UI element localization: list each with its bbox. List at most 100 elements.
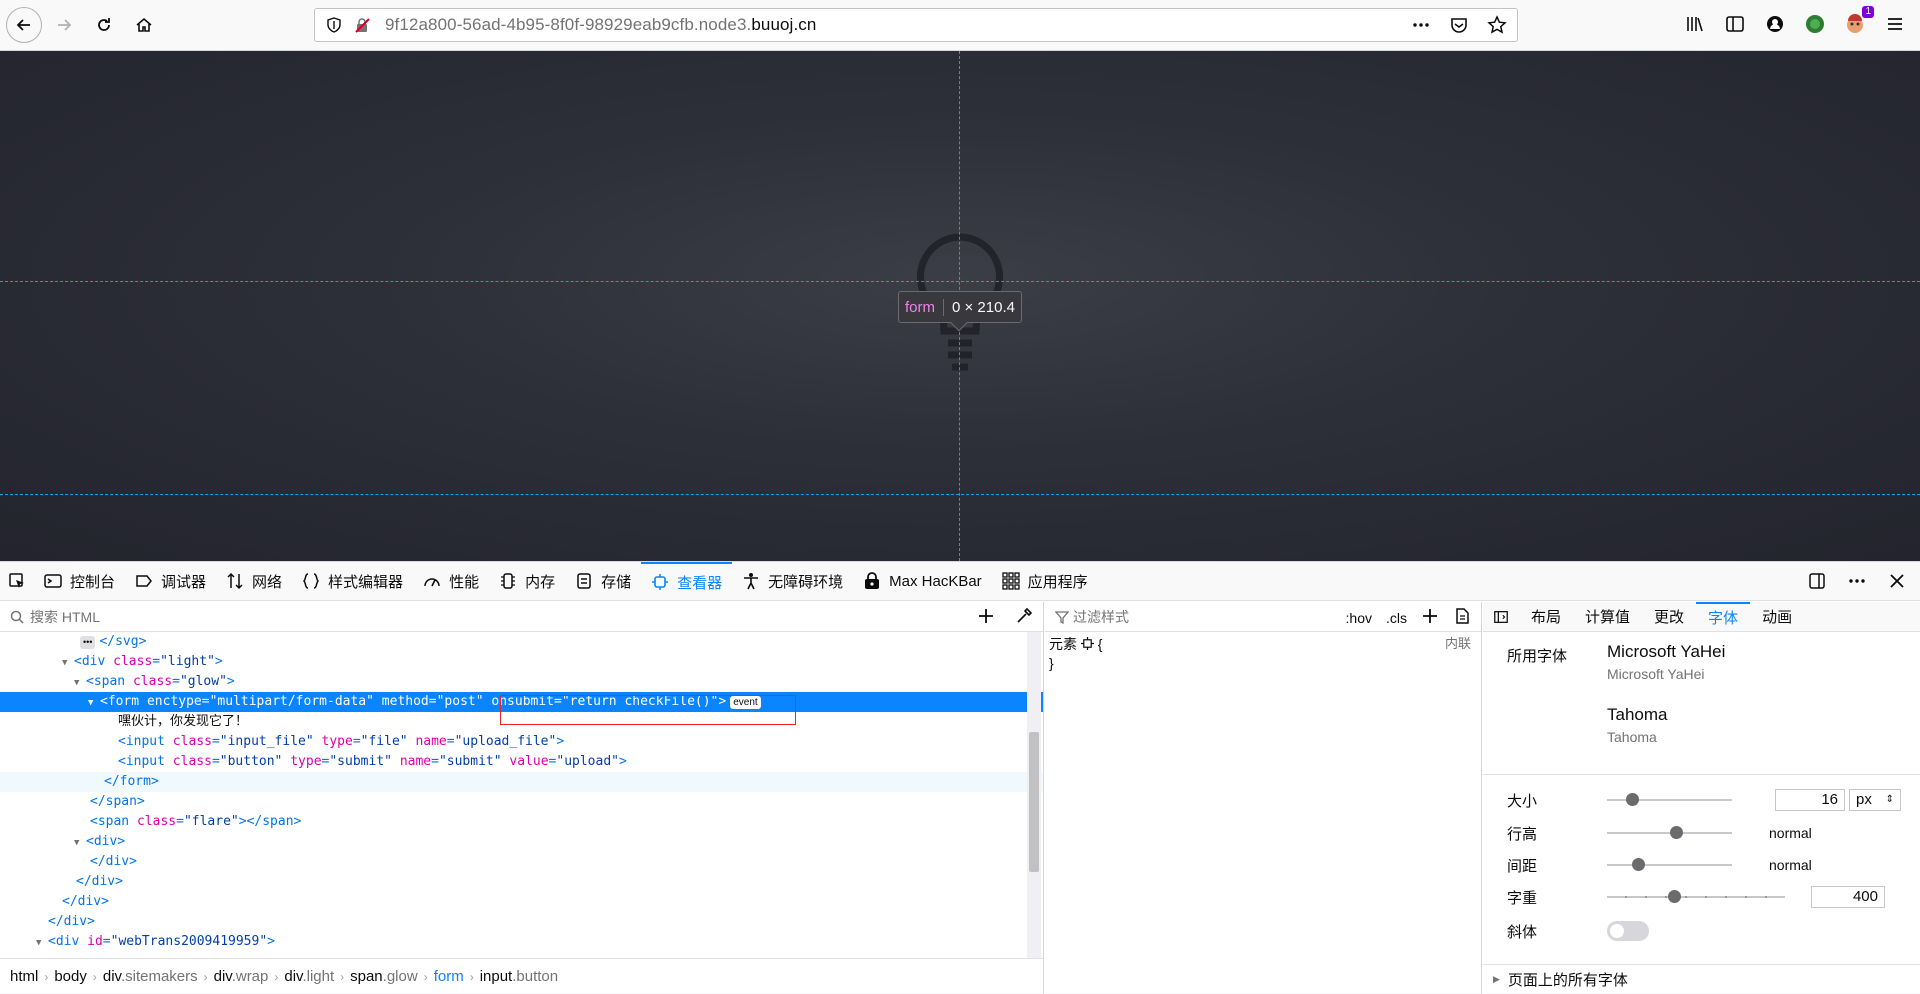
- cls-toggle-button[interactable]: .cls: [1386, 610, 1407, 626]
- tree-line[interactable]: ••• </svg>: [0, 632, 1043, 652]
- tab-max-hackbar[interactable]: Max HacKBar: [853, 562, 992, 600]
- node-tag: <div: [74, 654, 106, 669]
- tab-fonts[interactable]: 字体: [1696, 602, 1751, 631]
- hov-toggle-button[interactable]: :hov: [1346, 610, 1372, 626]
- tab-inspector[interactable]: 查看器: [641, 562, 733, 600]
- markup-pane: •••</svg> ▼<div class="light"> ▼<span cl…: [0, 602, 1044, 994]
- extension-green-icon[interactable]: [1804, 10, 1826, 38]
- close-devtools-icon[interactable]: [1886, 570, 1908, 592]
- tab-memory[interactable]: 内存: [489, 562, 565, 600]
- breadcrumb-body[interactable]: body: [54, 968, 87, 985]
- print-media-icon[interactable]: [1453, 607, 1471, 628]
- devtools-menu-icon[interactable]: [1846, 570, 1868, 592]
- node-attr: value: [509, 754, 549, 769]
- breadcrumb-div-sitemakers[interactable]: div.sitemakers: [103, 968, 198, 985]
- letter-spacing-slider[interactable]: [1607, 858, 1732, 871]
- expand-triangle-icon[interactable]: ▼: [74, 673, 86, 693]
- letter-spacing-slider-knob[interactable]: [1632, 858, 1646, 871]
- tab-accessibility[interactable]: 无障碍环境: [732, 562, 853, 600]
- italic-toggle[interactable]: [1607, 921, 1649, 941]
- add-rule-icon[interactable]: [1421, 607, 1439, 628]
- forward-button[interactable]: [46, 7, 82, 43]
- font-size-slider[interactable]: [1607, 793, 1732, 806]
- tree-line[interactable]: </div>: [0, 912, 1043, 932]
- expand-triangle-icon[interactable]: ▼: [36, 933, 48, 953]
- expand-triangle-icon[interactable]: ▼: [62, 653, 74, 673]
- page-actions-icon[interactable]: [1411, 15, 1431, 35]
- breadcrumb-html[interactable]: html: [10, 968, 38, 985]
- debugger-icon: [136, 575, 152, 587]
- tree-line[interactable]: ▼ <div class="light">: [0, 652, 1043, 672]
- tree-line[interactable]: ▼ <span class="glow">: [0, 672, 1043, 692]
- library-icon[interactable]: [1684, 10, 1706, 38]
- reload-button[interactable]: [86, 7, 122, 43]
- tree-line[interactable]: </span>: [0, 792, 1043, 812]
- tab-performance[interactable]: 性能: [413, 562, 489, 600]
- tree-line[interactable]: ▼ <div>: [0, 832, 1043, 852]
- tab-console[interactable]: 控制台: [34, 562, 125, 600]
- expand-triangle-icon[interactable]: ▼: [88, 693, 100, 713]
- font-size-input[interactable]: 16: [1775, 789, 1845, 811]
- markup-scrollbar[interactable]: [1027, 632, 1041, 958]
- back-button[interactable]: [6, 7, 42, 43]
- tab-style-editor[interactable]: 样式编辑器: [292, 562, 413, 600]
- used-fonts-label: 所用字体: [1507, 648, 1568, 665]
- performance-icon: [424, 578, 440, 587]
- menu-hamburger-icon[interactable]: [1884, 10, 1906, 38]
- breadcrumb-span-glow[interactable]: span.glow: [350, 968, 418, 985]
- account-icon[interactable]: [1764, 10, 1786, 38]
- url-text[interactable]: 9f12a800-56ad-4b95-8f0f-98929eab9cfb.nod…: [385, 15, 816, 35]
- pocket-icon[interactable]: [1449, 15, 1469, 35]
- tab-animations[interactable]: 动画: [1750, 602, 1804, 631]
- markup-scroll-thumb[interactable]: [1029, 732, 1039, 872]
- line-height-slider[interactable]: [1607, 826, 1732, 839]
- breadcrumb-div-wrap[interactable]: div.wrap: [214, 968, 269, 985]
- font-size-unit-select[interactable]: px ⇕: [1849, 789, 1901, 811]
- tree-line[interactable]: ▼ <div id="webTrans2009419959">: [0, 932, 1043, 952]
- tree-line[interactable]: <span class="flare"></span>: [0, 812, 1043, 832]
- all-fonts-section[interactable]: ▶ 页面上的所有字体: [1483, 964, 1920, 994]
- add-node-icon[interactable]: [977, 607, 995, 631]
- node-icon[interactable]: [1080, 636, 1094, 654]
- tree-line[interactable]: </form>: [0, 772, 1043, 792]
- tree-line[interactable]: <input class="input_file" type="file" na…: [0, 732, 1043, 752]
- expand-triangle-icon[interactable]: ▶: [1493, 974, 1500, 985]
- node-close-tag: </div>: [90, 854, 137, 869]
- tab-layout[interactable]: 布局: [1519, 602, 1573, 631]
- font-weight-input[interactable]: 400: [1811, 886, 1885, 908]
- html-search-input[interactable]: [30, 608, 630, 625]
- dock-side-icon[interactable]: [1806, 570, 1828, 592]
- tree-line[interactable]: <input class="button" type="submit" name…: [0, 752, 1043, 772]
- tab-changes[interactable]: 更改: [1642, 602, 1696, 631]
- home-button[interactable]: [126, 7, 162, 43]
- tab-application[interactable]: 应用程序: [992, 562, 1098, 600]
- tab-network[interactable]: 网络: [216, 562, 292, 600]
- breadcrumb-form[interactable]: form: [434, 968, 464, 985]
- tab-storage[interactable]: 存储: [565, 562, 641, 600]
- tab-computed[interactable]: 计算值: [1573, 602, 1642, 631]
- element-picker-button[interactable]: [0, 562, 34, 600]
- letter-spacing-label: 间距: [1507, 857, 1538, 875]
- insecure-lock-icon[interactable]: [353, 16, 371, 34]
- extension-addon-icon[interactable]: 1: [1844, 6, 1874, 38]
- expand-triangle-icon[interactable]: ▼: [74, 833, 86, 853]
- sidebar-icon[interactable]: [1724, 10, 1746, 38]
- tracking-protection-icon[interactable]: [325, 16, 343, 34]
- font-weight-slider[interactable]: [1607, 890, 1785, 903]
- sidebar-toggle-button[interactable]: [1483, 602, 1519, 631]
- eyedropper-icon[interactable]: [1015, 607, 1033, 631]
- line-height-slider-knob[interactable]: [1669, 826, 1683, 839]
- console-icon: [44, 574, 62, 588]
- tree-line[interactable]: </div>: [0, 892, 1043, 912]
- breadcrumb-div-light[interactable]: div.light: [284, 968, 334, 985]
- breadcrumb-input-button[interactable]: input.button: [480, 968, 558, 985]
- font-size-slider-knob[interactable]: [1626, 793, 1639, 806]
- collapsed-ellipsis-icon[interactable]: •••: [80, 636, 96, 649]
- font-weight-slider-knob[interactable]: [1667, 890, 1681, 903]
- rules-filter-input[interactable]: [1073, 608, 1273, 625]
- bookmark-star-icon[interactable]: [1487, 15, 1507, 35]
- url-bar[interactable]: 9f12a800-56ad-4b95-8f0f-98929eab9cfb.nod…: [314, 8, 1518, 42]
- tree-line[interactable]: </div>: [0, 852, 1043, 872]
- tree-line[interactable]: </div>: [0, 872, 1043, 892]
- tab-debugger[interactable]: 调试器: [125, 562, 216, 600]
